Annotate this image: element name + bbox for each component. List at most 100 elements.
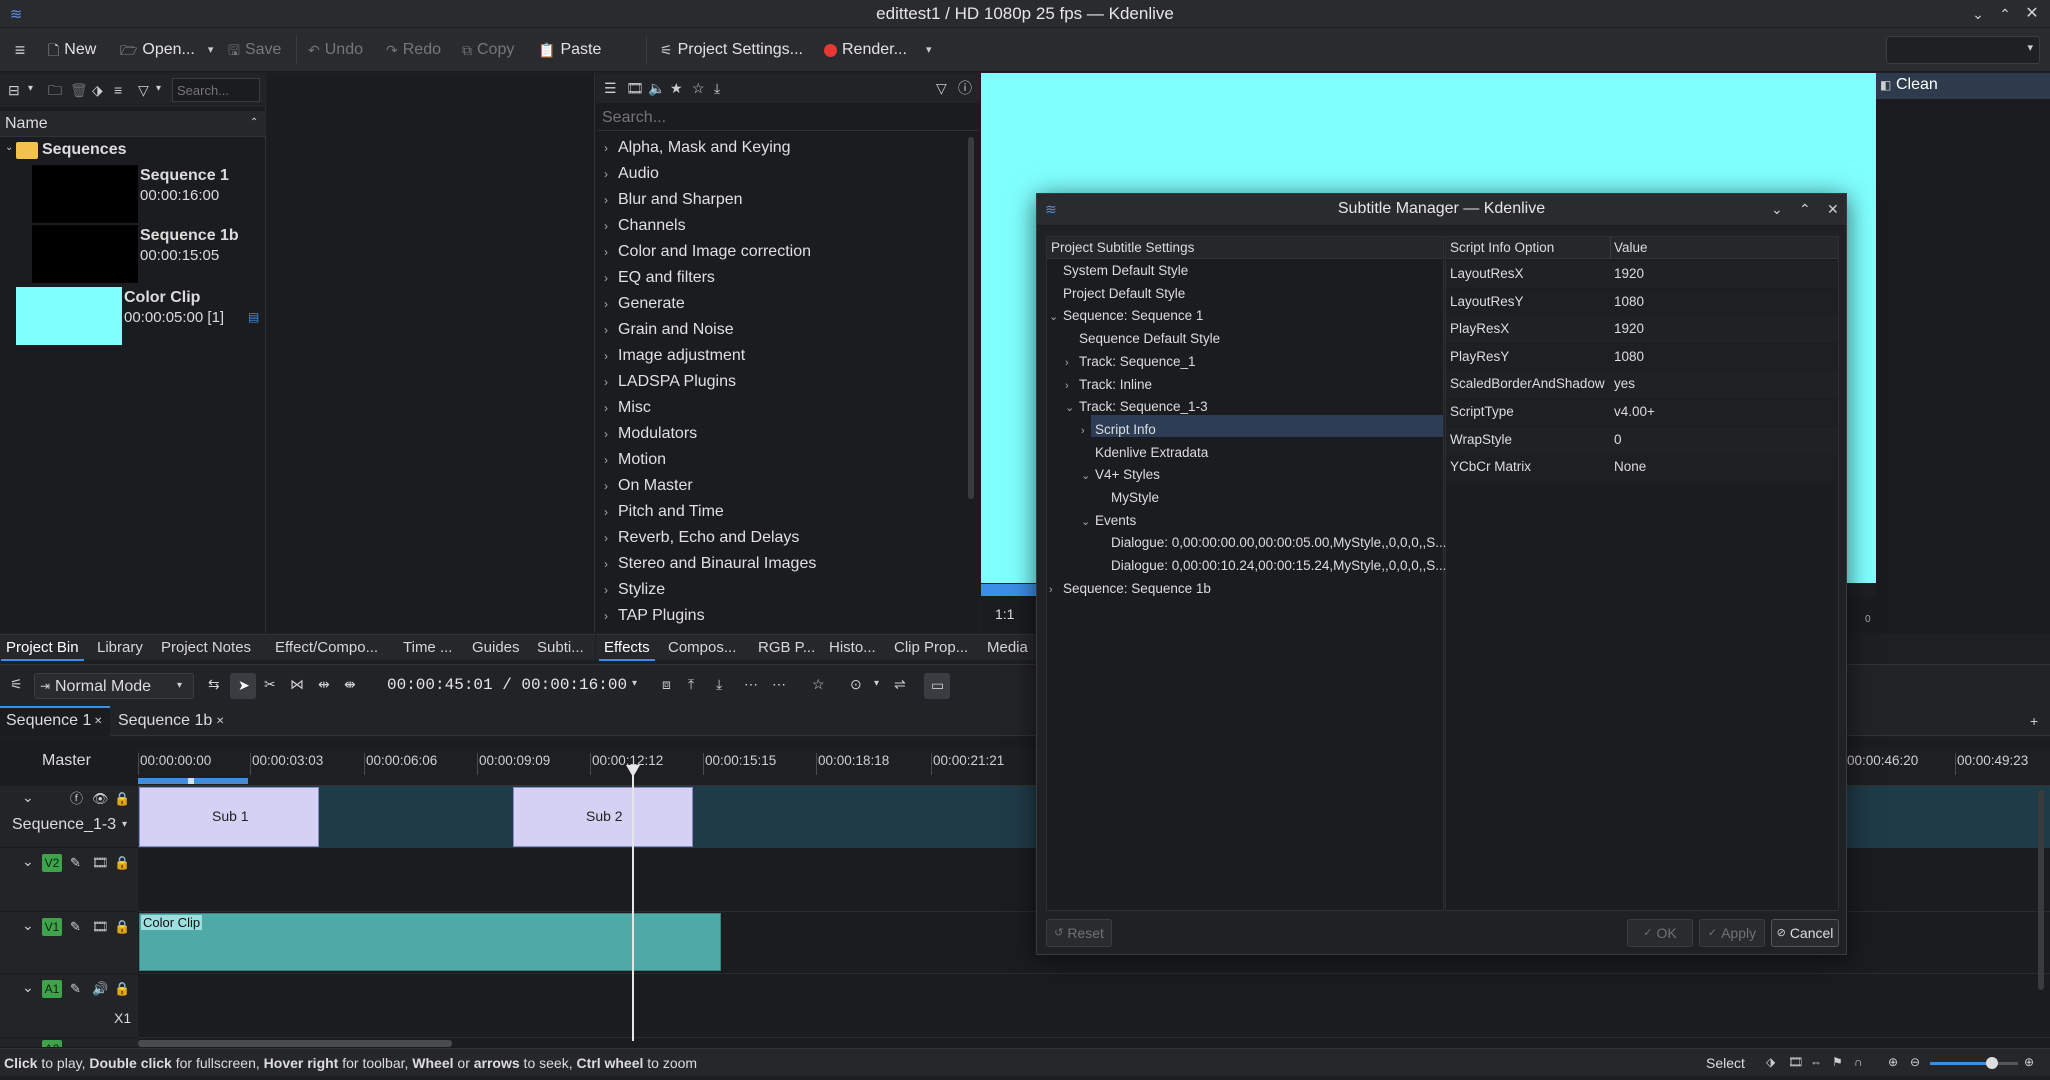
cancel-button[interactable]: ⊘ Cancel [1771,919,1839,947]
effect-category[interactable]: › Generate [604,295,685,313]
chevron-right-icon[interactable]: › [1065,357,1079,369]
render-button[interactable]: Render... ▾ [824,38,931,62]
speaker-icon[interactable]: 🔊 [92,982,108,995]
close-icon[interactable]: ✕ [2022,4,2042,24]
custom-effects-icon[interactable]: ★ [670,81,683,95]
tree-item[interactable]: Dialogue: 0,00:00:10.24,00:00:15.24,MySt… [1097,558,1446,573]
extract-icon[interactable]: ⋯ [744,677,758,691]
playhead[interactable] [632,765,634,1041]
effect-category[interactable]: › Color and Image correction [604,243,811,261]
subtitle-clip[interactable]: Sub 2 [513,787,693,847]
chevron-right-icon[interactable]: › [1081,425,1095,437]
download-icon[interactable]: ⤓ [714,81,720,95]
maximize-icon[interactable]: ⌃ [1799,202,1811,216]
chevron-down-icon[interactable]: ▾ [632,679,637,689]
effect-category[interactable]: › Misc [604,399,651,417]
effect-category[interactable]: › Pitch and Time [604,503,724,521]
value-cell[interactable]: 1920 [1614,266,1644,281]
subtitle-track-name[interactable]: Sequence_1-3 [12,816,116,834]
favorites-icon[interactable]: ☆ [692,81,705,95]
info-icon[interactable]: ⓘ [958,81,972,95]
filter-icon[interactable]: ▽ [936,81,947,95]
maximize-icon[interactable]: ⌃ [1995,4,2015,24]
copy-button[interactable]: ⧉ Copy [462,38,514,62]
edit-mode-select[interactable]: ⇥ Normal Mode ▾ [34,673,194,699]
film-icon[interactable]: 🎞 [1788,1056,1803,1068]
effect-category[interactable]: › Audio [604,165,659,183]
tree-view[interactable]: Project Subtitle Settings System Default… [1046,236,1446,911]
tab-subtitles[interactable]: Subti... [537,639,584,656]
slip-tool-icon[interactable]: ⇼ [344,677,356,691]
tab-clip-properties[interactable]: Clip Prop... [894,639,968,656]
zoom-slider-handle[interactable] [1986,1057,1998,1069]
close-tab-icon[interactable]: ✕ [94,717,102,727]
chevron-right-icon[interactable]: › [1049,584,1063,596]
tree-item[interactable]: System Default Style [1049,263,1188,278]
effect-category[interactable]: › EQ and filters [604,269,715,287]
open-button[interactable]: 🗁 Open... ▾ [120,38,213,62]
favorite-icon[interactable]: ☆ [812,677,825,691]
tool-icon[interactable]: ⇆ [208,677,220,691]
new-button[interactable]: 🗋 New [48,38,96,62]
film-icon[interactable]: 🎞 [92,856,109,869]
effects-scrollbar[interactable] [968,137,974,499]
track-badge[interactable]: V2 [42,854,62,872]
lift-icon[interactable]: ⋯ [772,677,786,691]
effect-category[interactable]: › Motion [604,451,666,469]
tab-sequence-1[interactable]: Sequence 1 ✕ [0,706,110,736]
tab-media[interactable]: Media [987,639,1028,656]
effect-category[interactable]: › Channels [604,217,686,235]
subtitle-style-icon[interactable]: ⓕ [70,792,83,805]
timeline-vscrollbar[interactable] [2038,790,2044,990]
effect-category[interactable]: › TAP Plugins [604,607,705,625]
record-target-icon[interactable]: ⊙ [850,677,862,691]
chevron-down-icon[interactable]: ⌄ [1081,469,1095,482]
select-mode-label[interactable]: Select [1706,1055,1745,1071]
effect-icon[interactable]: ✎ [70,982,81,995]
magnet-icon[interactable]: ∩ [1854,1056,1863,1068]
chevron-down-icon[interactable]: ⌄ [1081,515,1095,528]
tree-item[interactable]: Sequence Default Style [1065,331,1220,346]
project-settings-button[interactable]: ⚟ Project Settings... [660,38,803,62]
chevron-down-icon[interactable]: ⌄ [22,854,34,868]
zoom-out-icon[interactable]: ⊖ [1910,1056,1920,1068]
chevron-down-icon[interactable]: ⌄ [1049,310,1063,323]
chevron-right-icon[interactable]: › [1065,380,1079,392]
chevron-down-icon[interactable]: ▾ [122,820,127,830]
tab-project-bin[interactable]: Project Bin [1,639,84,661]
table-row[interactable]: LayoutResX 1920 [1446,261,1838,288]
lock-icon[interactable]: 🔒 [114,920,130,933]
razor-tool-icon[interactable]: ✂ [264,677,276,691]
list-view-icon[interactable]: ☰ [604,81,617,95]
value-cell[interactable]: yes [1614,376,1635,391]
table-row[interactable]: ScriptType v4.00+ [1446,399,1838,426]
chevron-down-icon[interactable]: ⌄ [22,980,34,994]
audio-effects-icon[interactable]: 🔈 [648,81,665,95]
zoom-slider[interactable] [1930,1057,2018,1069]
table-row[interactable]: YCbCr Matrix None [1446,454,1838,482]
ripple-tool-icon[interactable]: ⇹ [318,677,330,691]
tab-time-remap[interactable]: Time ... [403,639,452,656]
lock-icon[interactable]: 🔒 [114,792,130,805]
tab-rgb-parade[interactable]: RGB P... [758,639,815,656]
track-lane-a1[interactable] [138,974,2050,1038]
timecode-display[interactable]: 00:00:45:01 / 00:00:16:00 [387,676,627,694]
tree-item[interactable]: › Track: Sequence_1 [1065,354,1196,369]
bin-item-sequence-1b[interactable]: Sequence 1b 00:00:15:05 [28,225,264,283]
tree-item[interactable]: Project Default Style [1049,286,1185,301]
undo-button[interactable]: ↶ Undo [308,38,363,62]
ok-button[interactable]: ✓ OK [1627,919,1693,947]
hamburger-menu-icon[interactable]: ≡ [10,40,30,60]
chevron-down-icon[interactable]: ⌄ [22,790,34,804]
add-tab-icon[interactable]: + [2030,714,2038,728]
bin-item-sequence-1[interactable]: Sequence 1 00:00:16:00 [28,165,264,223]
save-button[interactable]: 🖫 Save [228,38,281,62]
table-row[interactable]: LayoutResY 1080 [1446,288,1838,316]
minimize-icon[interactable]: ⌄ [1968,4,1988,24]
tree-item[interactable]: ⌄ Sequence: Sequence 1 [1049,308,1203,323]
film-icon[interactable]: 🎞 [92,920,109,933]
effect-category[interactable]: › LADSPA Plugins [604,373,736,391]
subtitle-clip[interactable]: Sub 1 [139,787,319,847]
tree-item[interactable]: › Script Info [1081,422,1156,437]
chevron-down-icon[interactable]: ▾ [926,44,932,56]
